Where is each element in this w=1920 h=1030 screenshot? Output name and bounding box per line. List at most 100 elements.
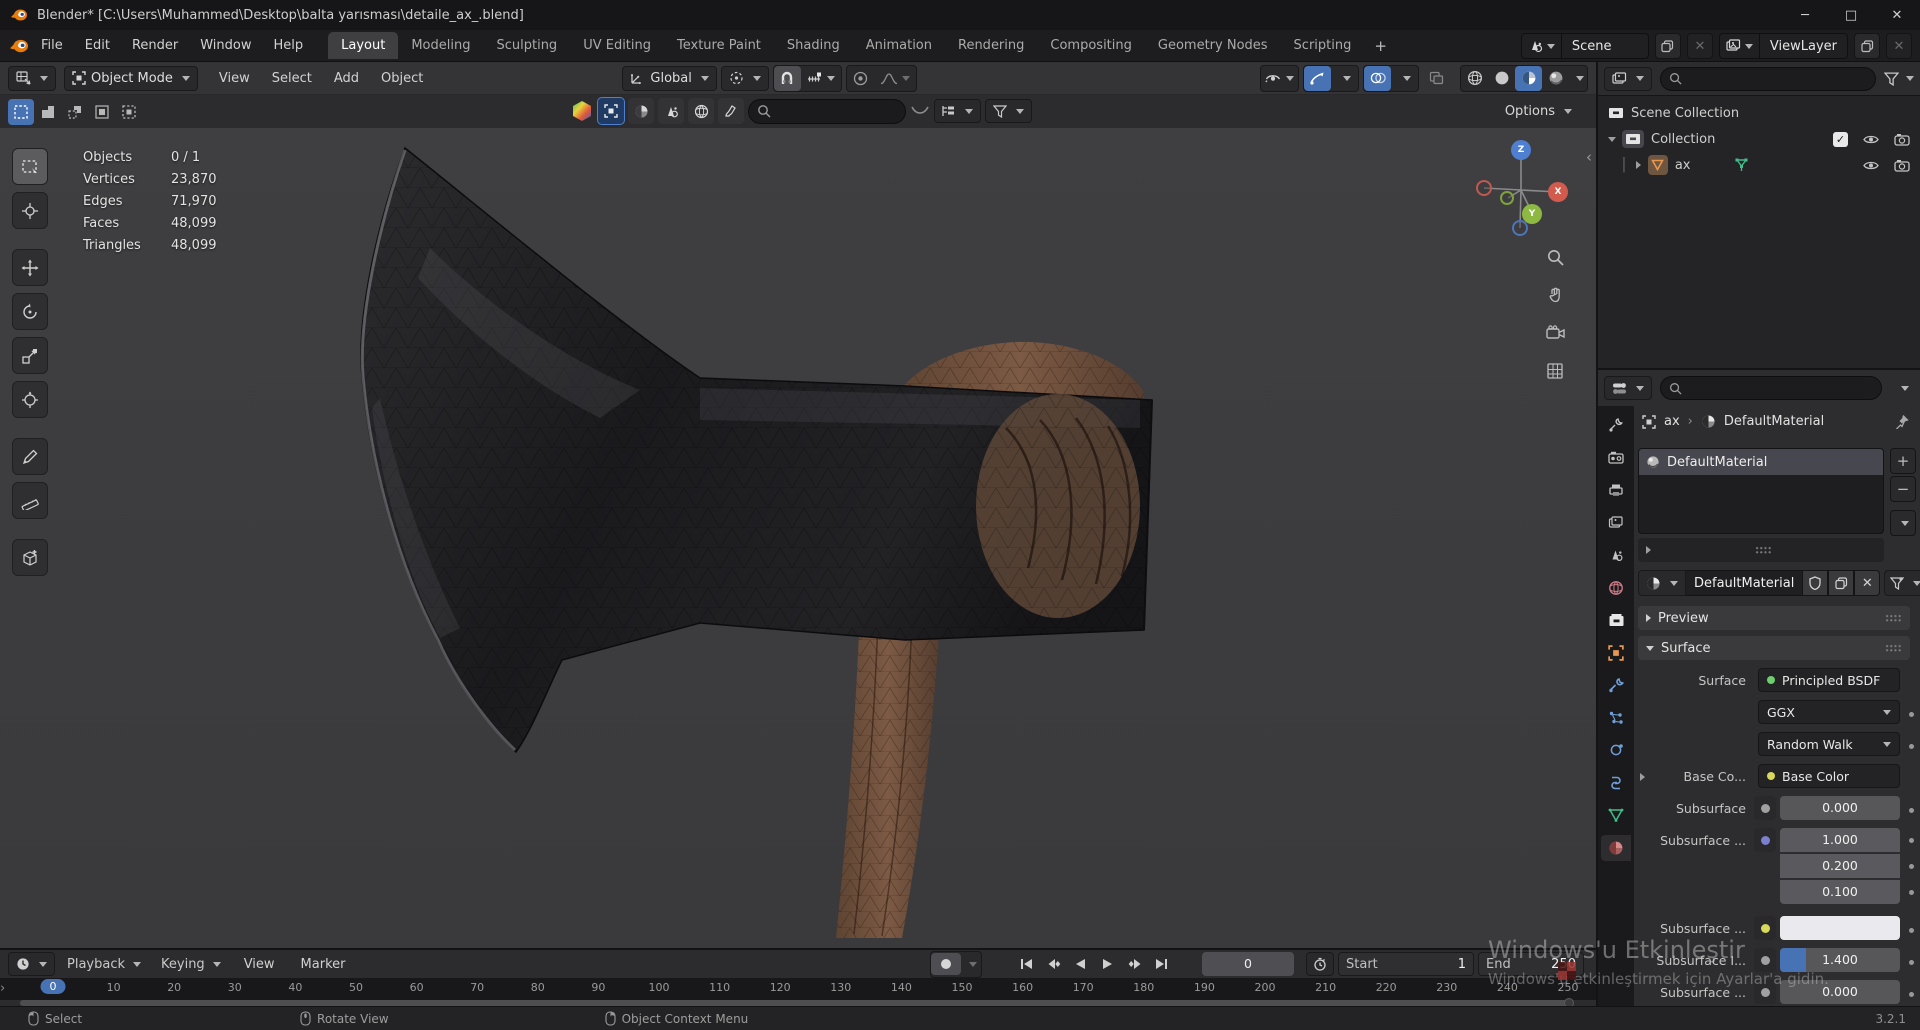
close-button[interactable]: ✕ xyxy=(1874,0,1920,30)
subsurface-socket[interactable] xyxy=(1754,796,1776,820)
material-slot-item[interactable]: DefaultMaterial xyxy=(1639,449,1883,475)
browse-material-button[interactable] xyxy=(1638,570,1686,596)
radius-x-field[interactable]: 1.000 xyxy=(1780,828,1900,852)
disable-render-camera-icon[interactable] xyxy=(1894,159,1910,172)
snap-toggle[interactable] xyxy=(773,65,801,91)
snap-target-selector[interactable] xyxy=(801,66,841,91)
ruler-tick[interactable]: 110 xyxy=(709,981,730,994)
editor-type-button[interactable] xyxy=(8,65,56,91)
ruler-tick[interactable]: 60 xyxy=(410,981,424,994)
current-frame-indicator[interactable]: 0 xyxy=(40,979,66,994)
timeline-ruler[interactable]: 0 10 20 30 40 50 60 70 80 90 100 110 120 130 140 150 160… xyxy=(0,978,1596,1000)
material-specials-button[interactable] xyxy=(1890,510,1916,536)
unlink-material-button[interactable]: ✕ xyxy=(1854,570,1881,596)
viewlayer-name[interactable]: ViewLayer xyxy=(1760,39,1847,54)
blenderkit-collapse-icon[interactable] xyxy=(910,105,930,117)
disable-render-camera-icon[interactable] xyxy=(1894,133,1910,146)
play-button[interactable] xyxy=(1095,952,1120,976)
menu-add[interactable]: Add xyxy=(325,67,368,90)
tab-layout[interactable]: Layout xyxy=(328,32,399,59)
ruler-tick[interactable]: 10 xyxy=(107,981,121,994)
gizmo-axis-x-neg[interactable] xyxy=(1476,180,1492,196)
tab-rendering[interactable]: Rendering xyxy=(945,32,1037,59)
play-reverse-button[interactable] xyxy=(1068,952,1093,976)
scene-selector[interactable]: Scene xyxy=(1520,33,1649,59)
blenderkit-hdr-tab[interactable] xyxy=(688,98,714,124)
select-mode-extend[interactable] xyxy=(35,99,61,125)
blender-menu-logo-icon[interactable] xyxy=(8,37,30,55)
subsurface-method-dropdown[interactable]: Random Walk xyxy=(1758,732,1900,756)
tab-render[interactable] xyxy=(1601,445,1631,471)
tab-object[interactable] xyxy=(1601,640,1631,666)
tab-output[interactable] xyxy=(1601,477,1631,503)
tab-view-layer[interactable] xyxy=(1601,510,1631,536)
breadcrumb-object[interactable]: ax xyxy=(1664,414,1680,429)
ruler-tick[interactable]: 40 xyxy=(288,981,302,994)
proportional-editing-toggle[interactable] xyxy=(847,66,874,91)
viewlayer-selector[interactable]: ViewLayer xyxy=(1718,33,1848,59)
ruler-tick[interactable]: 20 xyxy=(167,981,181,994)
blenderkit-search-input[interactable] xyxy=(748,98,906,124)
ruler-tick[interactable]: 240 xyxy=(1497,981,1518,994)
pin-id-icon[interactable] xyxy=(1894,414,1909,429)
outliner-row-scene-collection[interactable]: Scene Collection xyxy=(1598,100,1920,126)
navigation-gizmo[interactable]: Z X Y xyxy=(1460,134,1590,254)
tool-measure[interactable] xyxy=(12,482,48,519)
ruler-tick[interactable]: 140 xyxy=(891,981,912,994)
gizmos-options-chevron[interactable] xyxy=(1331,66,1358,91)
visibility-dropdown[interactable] xyxy=(1260,64,1299,92)
material-slot-footer[interactable] xyxy=(1638,538,1884,562)
show-overlays-toggle[interactable] xyxy=(1364,65,1391,91)
tab-collection[interactable] xyxy=(1601,607,1631,633)
tool-move[interactable] xyxy=(12,249,48,286)
blenderkit-materials-tab[interactable] xyxy=(628,98,654,124)
subsurface-value-field[interactable]: 0.000 xyxy=(1780,796,1900,820)
toggle-orthographic-button[interactable] xyxy=(1540,356,1570,386)
ruler-tick[interactable]: 210 xyxy=(1315,981,1336,994)
scene-name[interactable]: Scene xyxy=(1562,39,1648,54)
mode-selector[interactable]: Object Mode xyxy=(64,65,198,91)
sidebar-collapse-arrow[interactable]: ‹ xyxy=(1586,148,1592,166)
material-slot-list[interactable]: DefaultMaterial xyxy=(1638,448,1884,534)
add-material-slot-button[interactable]: + xyxy=(1890,448,1916,474)
menu-render[interactable]: Render xyxy=(121,33,189,58)
overlays-options-chevron[interactable] xyxy=(1391,66,1418,91)
transform-orientation-selector[interactable]: Global xyxy=(622,65,717,91)
menu-window[interactable]: Window xyxy=(189,33,262,58)
previous-keyframe-button[interactable] xyxy=(1041,952,1066,976)
minimize-button[interactable]: ─ xyxy=(1782,0,1828,30)
ruler-tick[interactable]: 170 xyxy=(1073,981,1094,994)
subsurface-radius-socket[interactable] xyxy=(1754,828,1776,852)
blenderkit-filter-selector[interactable] xyxy=(985,99,1032,123)
outliner-row-collection[interactable]: Collection ✓ xyxy=(1598,126,1920,152)
gizmo-axis-z-neg[interactable] xyxy=(1512,220,1528,236)
timeline-editor-type-button[interactable] xyxy=(8,952,55,976)
ruler-tick[interactable]: 200 xyxy=(1255,981,1276,994)
material-nodes-filter-button[interactable] xyxy=(1884,570,1920,596)
tab-texture-paint[interactable]: Texture Paint xyxy=(664,32,774,59)
outliner-filter-button[interactable] xyxy=(1884,71,1914,86)
tool-annotate[interactable] xyxy=(12,438,48,475)
subsurface-ior-socket[interactable] xyxy=(1754,948,1776,972)
tab-uv-editing[interactable]: UV Editing xyxy=(570,32,664,59)
maximize-button[interactable]: □ xyxy=(1828,0,1874,30)
tool-select-box[interactable] xyxy=(12,148,48,185)
new-scene-button[interactable] xyxy=(1654,33,1681,59)
ruler-tick[interactable]: 190 xyxy=(1194,981,1215,994)
copy-material-button[interactable] xyxy=(1828,570,1855,596)
tool-scale[interactable] xyxy=(12,337,48,374)
subsurface-color-socket[interactable] xyxy=(1754,916,1776,940)
menu-view[interactable]: View xyxy=(210,67,259,90)
select-mode-set[interactable] xyxy=(8,98,34,125)
hide-eye-icon[interactable] xyxy=(1862,159,1880,172)
remove-material-slot-button[interactable]: − xyxy=(1890,476,1916,502)
radius-z-field[interactable]: 0.100 xyxy=(1780,880,1900,904)
tab-world[interactable] xyxy=(1601,575,1631,601)
tab-animation[interactable]: Animation xyxy=(853,32,945,59)
ruler-tick[interactable]: 120 xyxy=(770,981,791,994)
timeline-view-menu[interactable]: View xyxy=(233,952,286,977)
ruler-tick[interactable]: 230 xyxy=(1436,981,1457,994)
frame-start-field[interactable]: Start 1 xyxy=(1338,952,1474,976)
properties-options-chevron[interactable] xyxy=(1890,375,1916,401)
tab-scene[interactable] xyxy=(1601,542,1631,568)
